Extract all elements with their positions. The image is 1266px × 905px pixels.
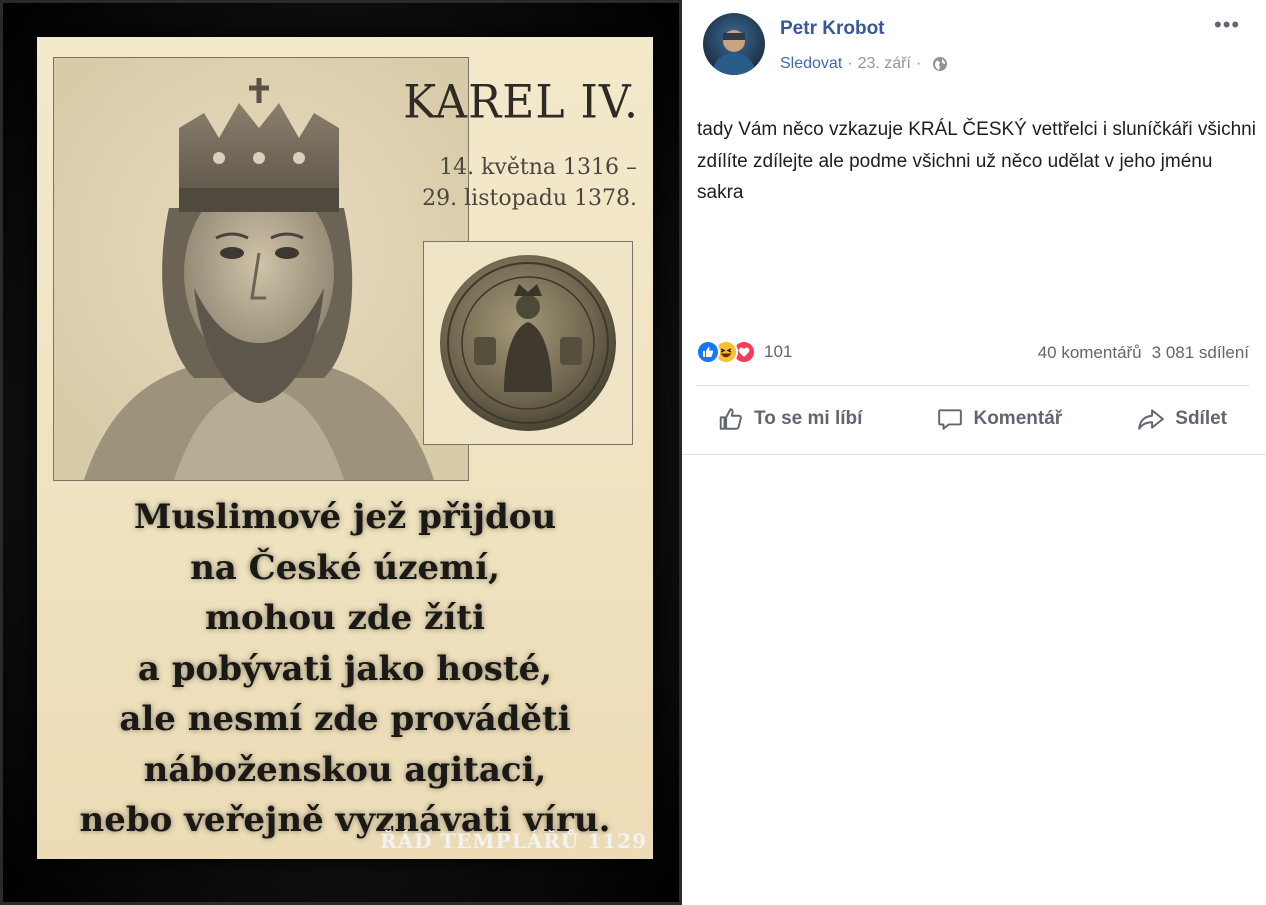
poster-death-date: 29. listopadu 1378.	[422, 186, 637, 211]
author-avatar[interactable]	[703, 13, 765, 75]
seal-icon	[440, 255, 616, 431]
globe-icon[interactable]	[932, 56, 948, 72]
comment-button[interactable]: Komentář	[915, 406, 1084, 432]
post-panel: Petr Krobot Sledovat · 23. září · ••• ta…	[682, 0, 1266, 905]
poster-dates: 14. května 1316 – 29. listopadu 1378.	[367, 152, 637, 214]
like-label: To se mi líbí	[754, 408, 863, 429]
share-button[interactable]: Sdílet	[1115, 406, 1249, 432]
author-name[interactable]: Petr Krobot	[780, 18, 885, 40]
avatar-image	[711, 30, 757, 75]
post-date[interactable]: 23. září	[858, 55, 911, 73]
poster-quote: Muslimové jež přijdou na České území, mo…	[79, 497, 611, 840]
poster-birth-date: 14. května 1316 –	[439, 155, 637, 180]
post-text: tady Vám něco vzkazuje KRÁL ČESKÝ vettře…	[697, 119, 1256, 203]
poster-footer: ŘÁD TEMPLÁŘŮ 1129	[379, 829, 647, 853]
comments-count[interactable]: 40 komentářů	[1038, 343, 1142, 362]
post-image[interactable]: KAREL IV. 14. května 1316 – 29. listopad…	[0, 0, 682, 905]
poster: KAREL IV. 14. května 1316 – 29. listopad…	[37, 37, 653, 859]
shares-count[interactable]: 3 081 sdílení	[1152, 343, 1249, 362]
meta-separator: ·	[847, 55, 853, 72]
poster-title: KAREL IV.	[403, 75, 639, 130]
like-button[interactable]: To se mi líbí	[696, 406, 884, 432]
share-label: Sdílet	[1175, 408, 1227, 429]
meta-separator-2: ·	[915, 55, 922, 72]
action-bar: To se mi líbí Komentář Sdílet	[696, 386, 1249, 452]
image-frame: KAREL IV. 14. května 1316 – 29. listopad…	[3, 3, 679, 902]
thumbs-up-icon	[719, 408, 742, 430]
like-icon	[696, 340, 720, 364]
post-meta: Sledovat · 23. září ·	[780, 55, 948, 73]
post-stats: 40 komentářů 3 081 sdílení	[1038, 343, 1249, 363]
reactions-summary[interactable]: 101	[696, 340, 792, 364]
post-bottom-border	[682, 454, 1266, 455]
comment-label: Komentář	[973, 408, 1063, 429]
comment-icon	[938, 409, 963, 430]
share-icon	[1138, 409, 1165, 430]
reaction-count[interactable]: 101	[764, 342, 792, 362]
more-options-button[interactable]: •••	[1214, 12, 1240, 38]
follow-link[interactable]: Sledovat	[780, 55, 842, 73]
royal-seal-image	[423, 241, 633, 445]
